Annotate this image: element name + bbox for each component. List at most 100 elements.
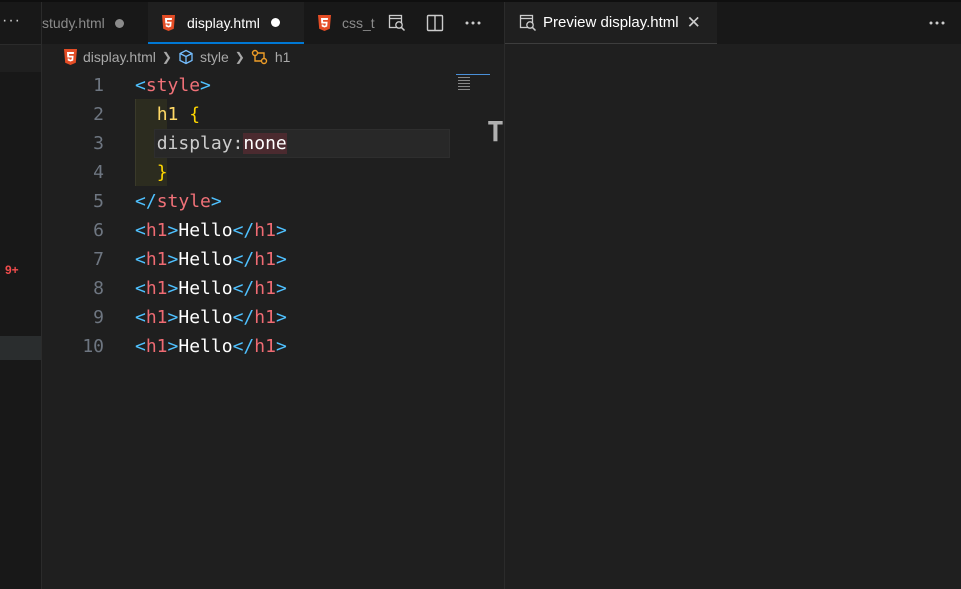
code-token: >	[275, 220, 287, 241]
tab-study-html[interactable]: study.html	[42, 2, 148, 44]
split-editor-button[interactable]	[420, 8, 450, 38]
code-line[interactable]: 8 <h1>Hello</h1>	[42, 274, 504, 303]
more-actions-button[interactable]: ···	[2, 12, 21, 30]
tab-label: display.html	[187, 14, 260, 31]
code-token: h1	[145, 249, 168, 270]
open-preview-button[interactable]	[382, 8, 412, 38]
code-token: <	[135, 75, 146, 96]
code-token: Hello	[178, 278, 233, 299]
line-number: 10	[82, 336, 104, 357]
more-actions-button[interactable]	[924, 8, 950, 38]
more-actions-button[interactable]	[458, 8, 488, 38]
code-token: </	[232, 336, 255, 357]
tab-display-html[interactable]: display.html	[148, 2, 304, 44]
code-token: >	[200, 75, 211, 96]
code-token: >	[167, 336, 179, 357]
code-token: >	[275, 336, 287, 357]
code-line[interactable]: 2 h1 {	[42, 100, 504, 129]
code-token: none	[243, 133, 287, 154]
editor-actions	[382, 2, 496, 44]
code-token: >	[167, 307, 179, 328]
more-actions-icon	[929, 21, 945, 25]
code-token: >	[167, 220, 179, 241]
code-line[interactable]: 6 <h1>Hello</h1>	[42, 216, 504, 245]
code-token: >	[167, 249, 179, 270]
preview-group: Preview display.html ✕	[504, 2, 961, 589]
tab-preview-display-html[interactable]: Preview display.html ✕	[505, 2, 717, 44]
selected-row[interactable]	[0, 336, 41, 360]
breadcrumb: display.html ❯ style ❯ h1	[64, 46, 290, 68]
preview-search-icon	[519, 14, 537, 32]
mouse-text-cursor-icon: T	[487, 115, 504, 148]
code-editor[interactable]: 1 <style> 2 h1 {3 display:none 4 } 5 </style>…	[42, 71, 504, 361]
code-token: >	[167, 278, 179, 299]
line-number: 3	[93, 133, 104, 154]
code-text: display:none	[135, 129, 287, 158]
tab-css-t[interactable]: css_t	[304, 2, 384, 44]
code-token: Hello	[178, 336, 233, 357]
chevron-right-icon: ❯	[161, 50, 172, 64]
html5-file-icon	[162, 14, 175, 31]
code-token: h1	[156, 104, 179, 125]
code-token: </	[232, 307, 255, 328]
editor-group: study.html display.html css_t display.ht…	[42, 2, 504, 589]
code-token: Hello	[178, 220, 233, 241]
code-token: </	[232, 220, 255, 241]
code-token: >	[275, 249, 287, 270]
code-token: Hello	[178, 307, 233, 328]
line-number: 6	[93, 220, 104, 241]
code-token: >	[210, 191, 222, 212]
breadcrumb-file[interactable]: display.html	[83, 49, 156, 65]
code-line[interactable]: 5 </style>	[42, 187, 504, 216]
code-line[interactable]: 4 }	[42, 158, 504, 187]
code-token: h1	[254, 336, 276, 357]
tab-label: study.html	[42, 15, 105, 31]
code-text: <h1>Hello</h1>	[135, 303, 287, 332]
code-token: style	[145, 75, 201, 96]
split-editor-icon	[426, 14, 444, 32]
line-number: 9	[93, 307, 104, 328]
html5-file-icon	[318, 15, 331, 31]
line-number: 1	[93, 75, 104, 96]
preview-tab-bar: Preview display.html ✕	[505, 2, 961, 44]
code-token: >	[275, 278, 287, 299]
code-text: <h1>Hello</h1>	[135, 274, 287, 303]
code-token: <	[135, 307, 146, 328]
code-line[interactable]: 3 display:none	[42, 129, 504, 158]
tab-label: Preview display.html	[543, 14, 679, 31]
code-text: </style>	[135, 187, 222, 216]
line-number: 2	[93, 104, 104, 125]
tab-label: css_t	[342, 15, 375, 31]
editor-tab-bar: study.html display.html css_t	[42, 2, 504, 44]
problems-badge[interactable]: 9+	[5, 263, 19, 277]
unsaved-indicator-icon[interactable]	[114, 18, 124, 28]
code-token: </	[232, 278, 255, 299]
unsaved-indicator-icon[interactable]	[270, 18, 280, 27]
code-token: Hello	[178, 249, 233, 270]
code-text: <h1>Hello</h1>	[135, 216, 287, 245]
code-token: h1	[254, 278, 276, 299]
line-number: 8	[93, 278, 104, 299]
side-panel: ··· 9+	[0, 2, 42, 589]
code-line[interactable]: 7 <h1>Hello</h1>	[42, 245, 504, 274]
code-token: {	[189, 104, 201, 125]
breadcrumb-symbol[interactable]: h1	[275, 49, 291, 65]
code-text: }	[135, 158, 168, 187]
code-text: <h1>Hello</h1>	[135, 332, 287, 361]
close-icon[interactable]: ✕	[687, 13, 701, 33]
code-line[interactable]: 1 <style>	[42, 71, 504, 100]
more-actions-icon	[465, 21, 481, 25]
code-token: h1	[145, 307, 168, 328]
code-text: <style>	[135, 71, 211, 100]
minimap[interactable]	[456, 72, 490, 92]
breadcrumb-element[interactable]: style	[200, 49, 229, 65]
code-line[interactable]: 9 <h1>Hello</h1>	[42, 303, 504, 332]
code-token: h1	[145, 336, 168, 357]
side-panel-header	[0, 44, 41, 72]
code-text: h1 {	[135, 100, 200, 129]
code-line[interactable]: 10 <h1>Hello</h1>	[42, 332, 504, 361]
